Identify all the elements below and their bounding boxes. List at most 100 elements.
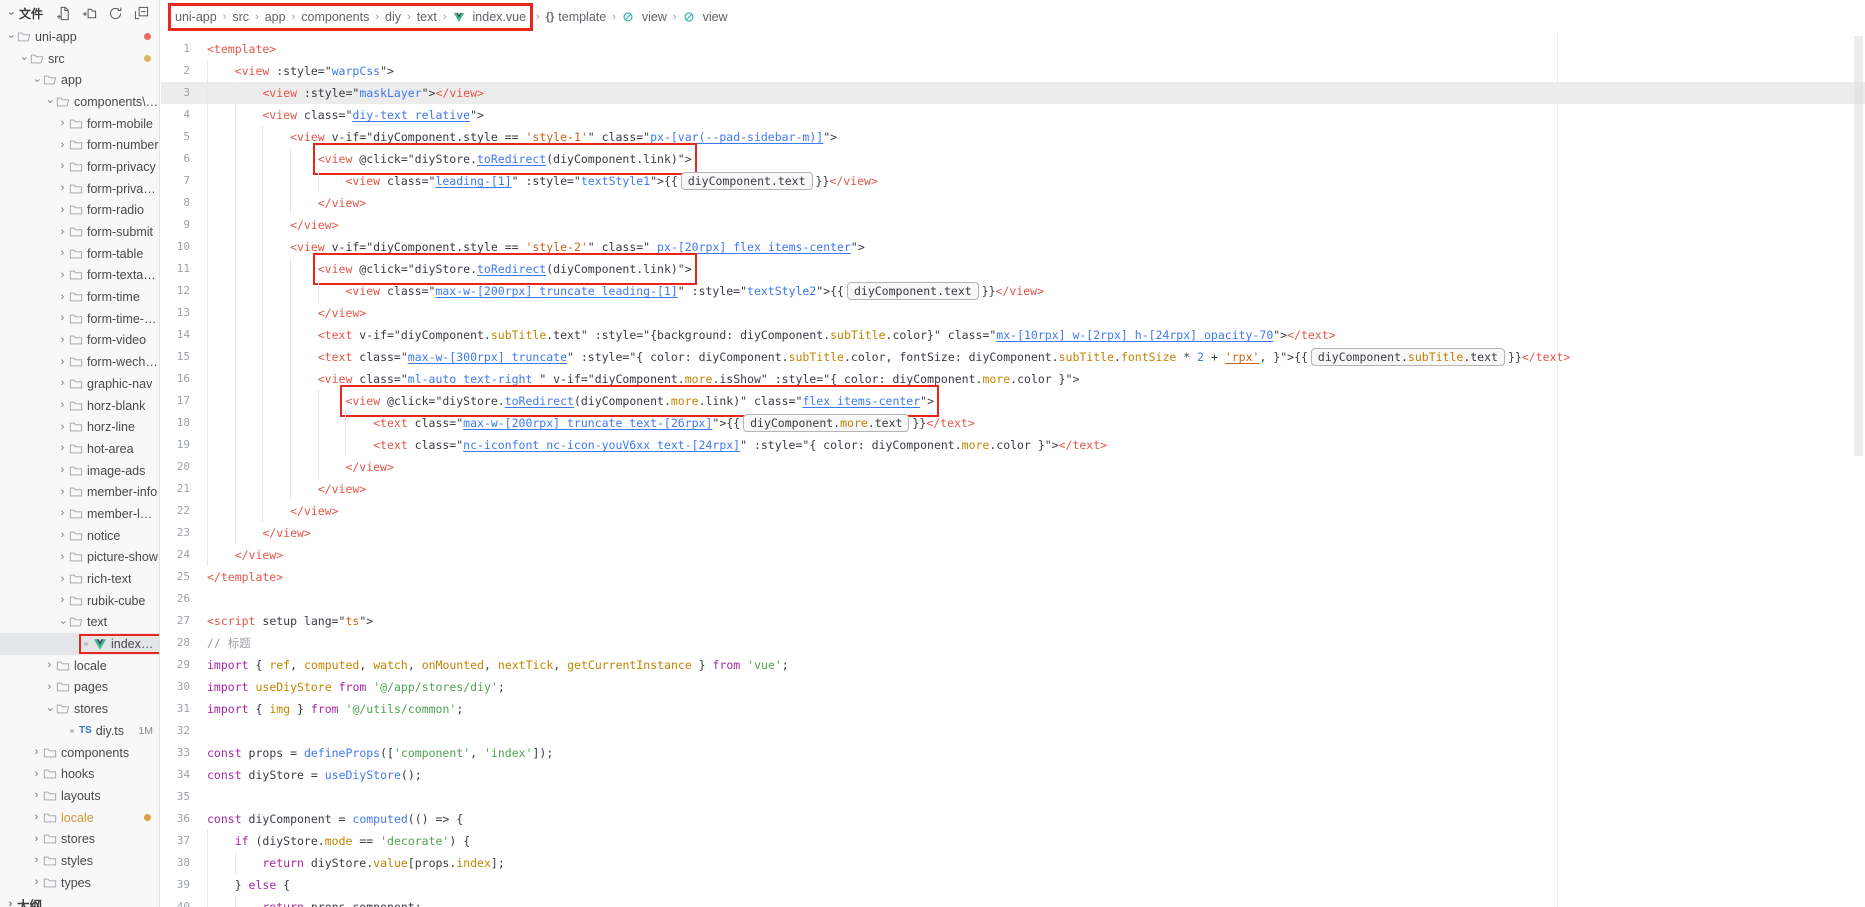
tree-item-components[interactable]: ›components [0, 742, 159, 764]
tree-item-graphic-nav[interactable]: ›graphic-nav [0, 373, 159, 395]
code-line-11[interactable]: 11<view @click="diyStore.toRedirect(diyC… [161, 258, 1865, 280]
tree-item-form-radio[interactable]: ›form-radio [0, 200, 159, 222]
tree-item-form-number[interactable]: ›form-number [0, 134, 159, 156]
tree-item-horz-line[interactable]: ›horz-line [0, 416, 159, 438]
code-line-16[interactable]: 16<view class="ml-auto text-right " v-if… [161, 368, 1865, 390]
code-line-25[interactable]: 25</template> [161, 566, 1865, 588]
editor-scrollbar[interactable] [1854, 36, 1863, 456]
code-line-6[interactable]: 6<view @click="diyStore.toRedirect(diyCo… [161, 148, 1865, 170]
tree-item-locale[interactable]: ›locale [0, 807, 159, 829]
breadcrumb-item-components[interactable]: components [301, 10, 369, 24]
indent-guide [207, 434, 235, 456]
code-line-13[interactable]: 13</view> [161, 302, 1865, 324]
code-line-33[interactable]: 33const props = defineProps(['component'… [161, 742, 1865, 764]
code-line-37[interactable]: 37if (diyStore.mode == 'decorate') { [161, 830, 1865, 852]
breadcrumb-item-view[interactable]: view [622, 10, 667, 24]
tree-item-form-time-sco...[interactable]: ›form-time-sco... [0, 308, 159, 330]
tree-item-form-wechat-...[interactable]: ›form-wechat-... [0, 351, 159, 373]
code-line-39[interactable]: 39} else { [161, 874, 1865, 896]
code-line-34[interactable]: 34const diyStore = useDiyStore(); [161, 764, 1865, 786]
breadcrumb-item-index.vue[interactable]: index.vue [453, 10, 527, 24]
tree-item-uni-app[interactable]: ›uni-app [0, 26, 159, 48]
code-line-7[interactable]: 7<view class="leading-[1]" :style="textS… [161, 170, 1865, 192]
breadcrumb-item-app[interactable]: app [265, 10, 286, 24]
chevron-down-icon[interactable]: › [5, 7, 16, 20]
tree-item-member-info[interactable]: ›member-info [0, 481, 159, 503]
tree-item-pages[interactable]: ›pages [0, 677, 159, 699]
tree-item-diy.ts[interactable]: ›TSdiy.ts1M [0, 720, 159, 742]
code-line-2[interactable]: 2<view :style="warpCss"> [161, 60, 1865, 82]
code-line-21[interactable]: 21</view> [161, 478, 1865, 500]
code-line-1[interactable]: 1<template> [161, 38, 1865, 60]
tree-item-hooks[interactable]: ›hooks [0, 763, 159, 785]
collapse-all-icon[interactable] [134, 6, 149, 21]
breadcrumb-item-view[interactable]: view [683, 10, 728, 24]
tree-item-hot-area[interactable]: ›hot-area [0, 438, 159, 460]
code-line-5[interactable]: 5<view v-if="diyComponent.style == 'styl… [161, 126, 1865, 148]
code-line-20[interactable]: 20</view> [161, 456, 1865, 478]
breadcrumb-item-src[interactable]: src [232, 10, 249, 24]
code-area[interactable]: 1<template>2<view :style="warpCss">3<vie… [161, 33, 1865, 907]
code-line-31[interactable]: 31import { img } from '@/utils/common'; [161, 698, 1865, 720]
tree-item-rubik-cube[interactable]: ›rubik-cube [0, 590, 159, 612]
tree-item-form-privacy-...[interactable]: ›form-privacy-... [0, 178, 159, 200]
code-line-23[interactable]: 23</view> [161, 522, 1865, 544]
code-line-30[interactable]: 30import useDiyStore from '@/app/stores/… [161, 676, 1865, 698]
breadcrumb-item-template[interactable]: {}template [546, 10, 607, 24]
code-line-3[interactable]: 3<view :style="maskLayer"></view> [161, 82, 1865, 104]
code-line-4[interactable]: 4<view class="diy-text relative"> [161, 104, 1865, 126]
tree-item-types[interactable]: ›types [0, 872, 159, 894]
tree-item-image-ads[interactable]: ›image-ads [0, 460, 159, 482]
code-line-10[interactable]: 10<view v-if="diyComponent.style == 'sty… [161, 236, 1865, 258]
tree-item-index.vue[interactable]: ›index.vue [0, 633, 159, 655]
code-line-12[interactable]: 12<view class="max-w-[200rpx] truncate l… [161, 280, 1865, 302]
line-number: 2 [161, 60, 207, 82]
breadcrumb-item-diy[interactable]: diy [385, 10, 401, 24]
code-line-26[interactable]: 26 [161, 588, 1865, 610]
code-line-36[interactable]: 36const diyComponent = computed(() => { [161, 808, 1865, 830]
breadcrumb-item-text[interactable]: text [417, 10, 437, 24]
tree-item-locale[interactable]: ›locale [0, 655, 159, 677]
code-line-15[interactable]: 15<text class="max-w-[300rpx] truncate" … [161, 346, 1865, 368]
code-line-18[interactable]: 18<text class="max-w-[200rpx] truncate t… [161, 412, 1865, 434]
code-line-9[interactable]: 9</view> [161, 214, 1865, 236]
tree-item-src[interactable]: ›src [0, 48, 159, 70]
tree-item-layouts[interactable]: ›layouts [0, 785, 159, 807]
code-line-19[interactable]: 19<text class="nc-iconfont nc-icon-youV6… [161, 434, 1865, 456]
tree-item-horz-blank[interactable]: ›horz-blank [0, 395, 159, 417]
code-line-22[interactable]: 22</view> [161, 500, 1865, 522]
new-file-icon[interactable] [56, 6, 71, 21]
outline-section-header[interactable]: › 大纲 [0, 894, 159, 907]
tree-item-form-mobile[interactable]: ›form-mobile [0, 113, 159, 135]
tree-item-form-table[interactable]: ›form-table [0, 243, 159, 265]
refresh-icon[interactable] [108, 6, 123, 21]
tree-item-stores[interactable]: ›stores [0, 698, 159, 720]
tree-item-components-diy[interactable]: ›components\diy [0, 91, 159, 113]
new-folder-icon[interactable] [82, 6, 97, 21]
tree-item-stores[interactable]: ›stores [0, 828, 159, 850]
tree-item-form-submit[interactable]: ›form-submit [0, 221, 159, 243]
code-line-38[interactable]: 38return diyStore.value[props.index]; [161, 852, 1865, 874]
code-line-29[interactable]: 29import { ref, computed, watch, onMount… [161, 654, 1865, 676]
tree-item-notice[interactable]: ›notice [0, 525, 159, 547]
tree-item-member-level[interactable]: ›member-level [0, 503, 159, 525]
breadcrumb-item-uni-app[interactable]: uni-app [175, 10, 217, 24]
tree-item-form-textarea[interactable]: ›form-textarea [0, 265, 159, 287]
tree-item-form-time[interactable]: ›form-time [0, 286, 159, 308]
code-line-14[interactable]: 14<text v-if="diyComponent.subTitle.text… [161, 324, 1865, 346]
tree-item-form-privacy[interactable]: ›form-privacy [0, 156, 159, 178]
tree-item-styles[interactable]: ›styles [0, 850, 159, 872]
code-line-27[interactable]: 27<script setup lang="ts"> [161, 610, 1865, 632]
tree-item-picture-show[interactable]: ›picture-show [0, 547, 159, 569]
code-line-40[interactable]: 40return props.component; [161, 896, 1865, 907]
tree-item-rich-text[interactable]: ›rich-text [0, 568, 159, 590]
tree-item-text[interactable]: ›text [0, 612, 159, 634]
code-line-24[interactable]: 24</view> [161, 544, 1865, 566]
code-line-32[interactable]: 32 [161, 720, 1865, 742]
code-line-28[interactable]: 28// 标题 [161, 632, 1865, 654]
tree-item-form-video[interactable]: ›form-video [0, 330, 159, 352]
code-line-8[interactable]: 8</view> [161, 192, 1865, 214]
code-line-17[interactable]: 17<view @click="diyStore.toRedirect(diyC… [161, 390, 1865, 412]
tree-item-app[interactable]: ›app [0, 69, 159, 91]
code-line-35[interactable]: 35 [161, 786, 1865, 808]
